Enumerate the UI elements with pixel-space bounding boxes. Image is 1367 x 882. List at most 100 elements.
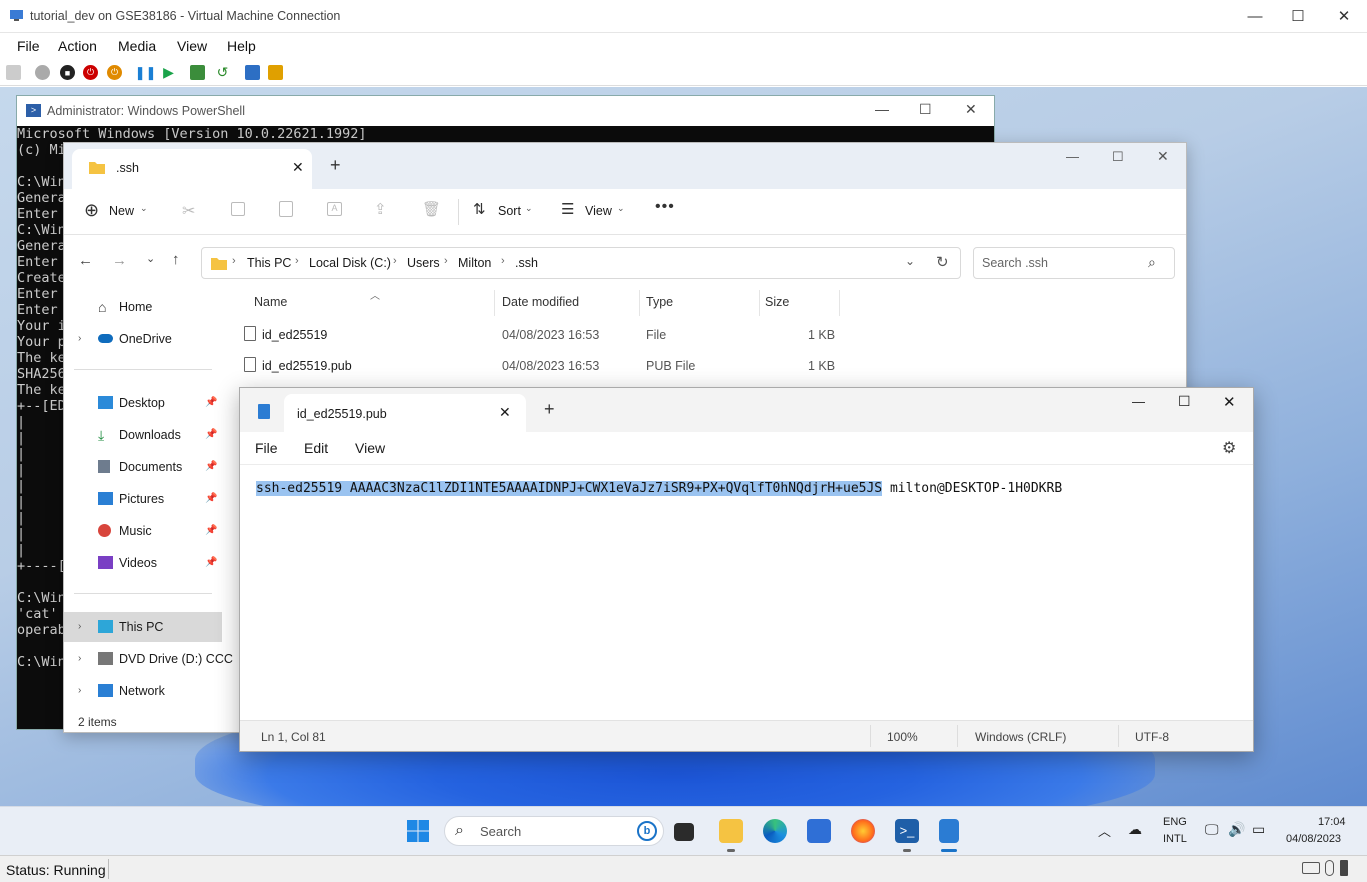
explorer-tab-close-icon[interactable]: ✕ (292, 159, 304, 176)
menu-action[interactable]: Action (58, 38, 97, 54)
network-monitor-icon[interactable]: 🖵 (1205, 821, 1219, 838)
explorer-minimize-button[interactable]: — (1066, 149, 1079, 164)
menu-file[interactable]: File (17, 38, 40, 54)
notepad-menu-file[interactable]: File (255, 440, 278, 456)
nav-downloads[interactable]: ⤓ Downloads 📌 (64, 420, 222, 450)
new-button[interactable]: New (109, 204, 134, 218)
expand-chevron-icon[interactable]: › (78, 612, 81, 642)
nav-this-pc[interactable]: › This PC (64, 612, 222, 642)
back-arrow-icon[interactable]: ← (78, 252, 93, 269)
breadcrumb-ssh[interactable]: .ssh (515, 256, 538, 270)
notepad-close-button[interactable]: ✕ (1223, 393, 1236, 411)
up-arrow-icon[interactable]: ↑ (172, 251, 180, 268)
keyboard-layout[interactable]: INTL (1163, 833, 1187, 845)
start-windows-icon[interactable] (406, 819, 430, 843)
nav-music[interactable]: Music 📌 (64, 516, 222, 546)
volume-icon[interactable]: 🔊 (1228, 821, 1245, 838)
explorer-maximize-button[interactable]: ☐ (1112, 149, 1124, 165)
notepad-minimize-button[interactable]: — (1132, 394, 1145, 409)
column-header-date[interactable]: Date modified (502, 295, 579, 309)
battery-icon[interactable]: ▭ (1252, 821, 1265, 838)
notepad-menu-view[interactable]: View (355, 440, 385, 456)
ctrl-alt-del-icon[interactable] (6, 65, 21, 80)
notepad-menu-edit[interactable]: Edit (304, 440, 328, 456)
delete-icon[interactable]: 🗑 (422, 200, 441, 218)
menu-view[interactable]: View (177, 38, 207, 54)
chevron-down-icon[interactable]: ⌄ (905, 254, 915, 268)
clock-time[interactable]: 17:04 (1318, 816, 1346, 828)
maximize-button[interactable]: ☐ (1275, 0, 1321, 33)
notepad-tab-close-icon[interactable]: ✕ (499, 404, 511, 421)
cloud-offline-icon[interactable]: ☁ (1128, 821, 1142, 838)
table-row[interactable]: id_ed25519.pub 04/08/2023 16:53 PUB File… (222, 351, 1186, 381)
explorer-tab[interactable]: .ssh ✕ (72, 149, 312, 189)
breadcrumb-users[interactable]: Users (407, 256, 440, 270)
paste-icon[interactable] (279, 201, 293, 217)
edge-icon[interactable] (763, 819, 787, 843)
copy-icon[interactable] (231, 202, 245, 216)
enhanced-session-icon[interactable] (245, 65, 260, 80)
store-icon[interactable] (807, 819, 831, 843)
ps-maximize-button[interactable]: ☐ (919, 101, 932, 118)
nav-pictures[interactable]: Pictures 📌 (64, 484, 222, 514)
search-icon[interactable]: ⌕ (1148, 254, 1156, 271)
column-header-size[interactable]: Size (765, 295, 789, 309)
settings-gear-icon[interactable]: ⚙ (1222, 438, 1236, 458)
nav-videos[interactable]: Videos 📌 (64, 548, 222, 578)
menu-help[interactable]: Help (227, 38, 256, 54)
notepad-window[interactable]: id_ed25519.pub ✕ + — ☐ ✕ File Edit View … (239, 387, 1254, 752)
notepad-tab[interactable]: id_ed25519.pub ✕ (284, 394, 526, 432)
share-icon[interactable]: ⇪ (374, 200, 387, 218)
nav-home[interactable]: ⌂ Home (64, 292, 222, 322)
notepad-maximize-button[interactable]: ☐ (1178, 393, 1191, 410)
column-header-name[interactable]: Name (254, 295, 287, 309)
unselected-text[interactable]: milton@DESKTOP-1H0DKRB (882, 481, 1062, 496)
refresh-icon[interactable]: ↻ (936, 253, 949, 271)
share-icon[interactable] (268, 65, 283, 80)
resume-icon[interactable]: ▶ (161, 64, 176, 80)
checkpoint-icon[interactable] (190, 65, 205, 80)
language-code[interactable]: ENG (1163, 816, 1187, 828)
more-options-icon[interactable]: ••• (655, 198, 675, 216)
nav-network[interactable]: › Network (64, 676, 222, 706)
breadcrumb-this-pc[interactable]: This PC (247, 256, 291, 270)
table-row[interactable]: id_ed25519 04/08/2023 16:53 File 1 KB (222, 320, 1186, 350)
nav-desktop[interactable]: Desktop 📌 (64, 388, 222, 418)
explorer-close-button[interactable]: ✕ (1157, 148, 1169, 165)
close-button[interactable]: ✕ (1321, 0, 1367, 33)
search-input[interactable]: Search .ssh (982, 256, 1048, 270)
task-view-icon[interactable] (674, 823, 694, 841)
revert-icon[interactable]: ↺ (215, 64, 230, 80)
menu-media[interactable]: Media (118, 38, 156, 54)
nav-dvd-drive[interactable]: › DVD Drive (D:) CCC (64, 644, 233, 674)
notepad-text-area[interactable]: ssh-ed25519 AAAAC3NzaC1lZDI1NTE5AAAAIDNP… (240, 464, 1253, 720)
ps-minimize-button[interactable]: — (875, 101, 889, 117)
new-tab-button[interactable]: + (544, 399, 555, 420)
expand-chevron-icon[interactable]: › (78, 644, 81, 674)
notepad-taskbar-icon[interactable] (939, 819, 959, 843)
breadcrumb-local-disk[interactable]: Local Disk (C:) (309, 256, 391, 270)
taskbar-search-box[interactable]: ⌕ Search b (444, 816, 664, 846)
new-tab-button[interactable]: + (330, 155, 341, 176)
cut-icon[interactable]: ✂ (182, 201, 195, 221)
forward-arrow-icon[interactable]: → (112, 252, 127, 269)
start-icon[interactable] (35, 65, 50, 80)
search-box[interactable]: Search .ssh ⌕ (973, 247, 1175, 279)
breadcrumb[interactable]: › This PC › Local Disk (C:) › Users › Mi… (201, 247, 961, 279)
expand-chevron-icon[interactable]: › (78, 676, 81, 706)
nav-documents[interactable]: Documents 📌 (64, 452, 222, 482)
firefox-icon[interactable] (851, 819, 875, 843)
chevron-up-icon[interactable]: ︿ (1098, 821, 1111, 840)
shutdown-icon[interactable]: ⏻ (83, 65, 98, 80)
breadcrumb-milton[interactable]: Milton (458, 256, 491, 270)
turn-off-icon[interactable]: ■ (60, 65, 75, 80)
recent-dropdown-icon[interactable]: ⌄ (146, 252, 155, 265)
expand-chevron-icon[interactable]: › (78, 324, 81, 354)
bing-icon[interactable]: b (637, 821, 657, 841)
file-explorer-icon[interactable] (719, 819, 743, 843)
ps-close-button[interactable]: ✕ (965, 101, 977, 118)
powershell-taskbar-icon[interactable]: >_ (895, 819, 919, 843)
rename-icon[interactable]: A (327, 202, 342, 216)
clock-date[interactable]: 04/08/2023 (1286, 833, 1341, 845)
selected-text[interactable]: ssh-ed25519 AAAAC3NzaC1lZDI1NTE5AAAAIDNP… (256, 481, 883, 496)
